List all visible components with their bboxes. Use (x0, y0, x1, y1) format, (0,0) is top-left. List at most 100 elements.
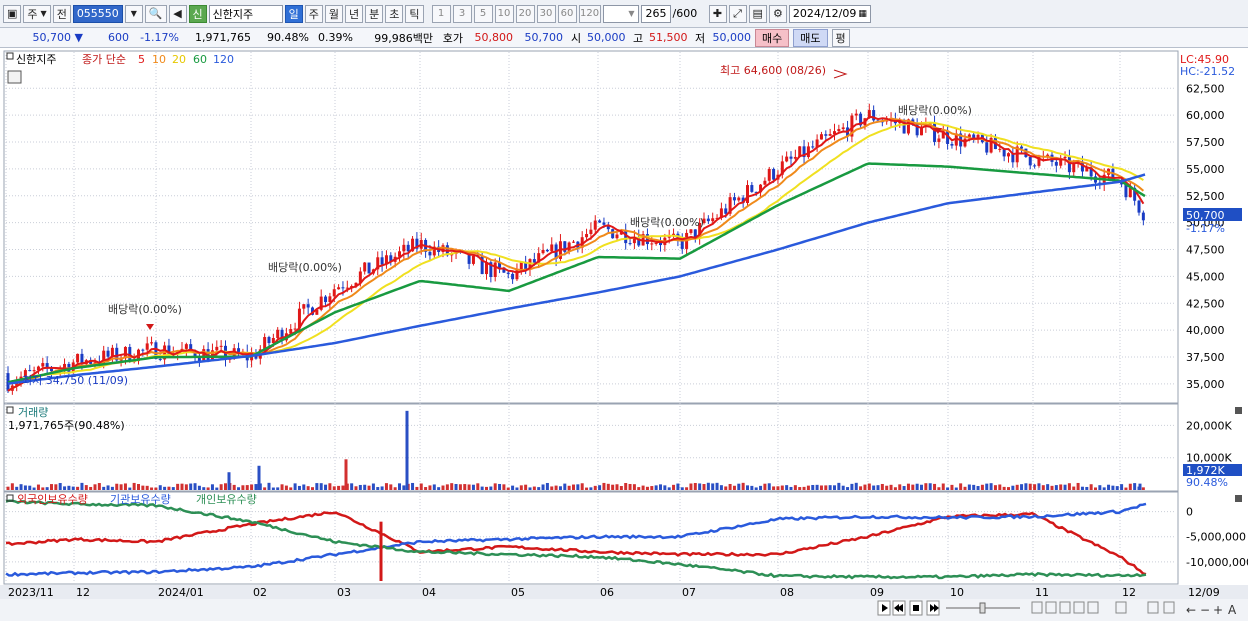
volume-title[interactable]: 거래량 (18, 406, 48, 419)
tab-second[interactable]: 초 (385, 4, 404, 23)
font-size-icon[interactable]: A (1228, 603, 1237, 617)
tab-week[interactable]: 주 (304, 4, 323, 23)
volume-bar (389, 484, 393, 490)
prev-button[interactable]: 전 (52, 4, 71, 23)
volume-bar (915, 483, 919, 490)
holdings-tick-label: -5,000,000 (1186, 531, 1246, 544)
save-icon[interactable]: ▤ (748, 4, 767, 23)
volume-bar (976, 486, 980, 490)
calculator-icon[interactable] (7, 70, 22, 84)
candle-body (215, 346, 219, 351)
candle-body (811, 146, 815, 148)
volume-bar (480, 486, 484, 490)
candle-body (28, 370, 32, 372)
holdings-tick-label: -10,000,000 (1186, 556, 1248, 569)
x-tick-label: 04 (422, 586, 436, 599)
price-legend-name[interactable]: 신한지주 (16, 53, 56, 66)
minute-20[interactable]: 20 (515, 4, 535, 23)
code-dropdown[interactable]: ▼ (124, 4, 143, 23)
search-icon[interactable]: 🔍 (144, 4, 167, 23)
candle-body (711, 218, 715, 222)
zoom-out-icon[interactable]: ← (1186, 603, 1196, 617)
volume-bar (184, 484, 188, 490)
zoom-handle[interactable] (979, 602, 986, 614)
stock-code-input[interactable]: 055550 (72, 4, 123, 23)
volume-bar (67, 485, 71, 490)
volume-bar (1033, 484, 1037, 490)
volume-bar (467, 484, 471, 490)
minute-30[interactable]: 30 (536, 4, 556, 23)
candle-body (585, 234, 589, 238)
volume-bar (715, 482, 719, 490)
minute-1[interactable]: 1 (431, 4, 451, 23)
legend-foreign[interactable]: 외국인보유수량 (17, 493, 88, 506)
volume-bar (324, 484, 328, 490)
tab-minute[interactable]: 분 (365, 4, 384, 23)
plus-icon[interactable]: + (1213, 603, 1223, 617)
custom-interval-select[interactable]: ▼ (602, 4, 639, 23)
window-icon[interactable]: ▣ (3, 4, 22, 23)
tab-month[interactable]: 월 (324, 4, 344, 23)
minute-60[interactable]: 60 (557, 4, 577, 23)
tab-day[interactable]: 일 (284, 4, 303, 23)
minute-10[interactable]: 10 (494, 4, 514, 23)
evaluate-button[interactable]: 평 (831, 28, 850, 47)
stock-name-field[interactable]: 신한지주 (208, 4, 283, 23)
candle-body (937, 138, 941, 142)
bid-price: 50,700 (524, 31, 564, 44)
volume-bar (306, 486, 310, 490)
minute-3[interactable]: 3 (452, 4, 472, 23)
sell-button[interactable]: 매도 (793, 28, 828, 47)
volume-bar (880, 483, 884, 490)
volume-bar (876, 485, 880, 490)
volume-bar (702, 484, 706, 490)
volume-bar (454, 484, 458, 490)
tab-tick[interactable]: 틱 (405, 4, 424, 23)
price-tick-label: 42,500 (1186, 297, 1225, 310)
price-tick-label: 52,500 (1186, 190, 1225, 203)
minute-5[interactable]: 5 (473, 4, 493, 23)
candle-body (985, 142, 989, 153)
volume-bar (693, 483, 697, 490)
volume-bar (937, 487, 941, 490)
volume-bar (680, 487, 684, 490)
date-input[interactable]: 2024/12/09 ▦ (788, 4, 871, 23)
panel-close-icon[interactable] (1235, 407, 1242, 414)
count-input[interactable]: 265 (640, 4, 671, 23)
volume-bar (471, 484, 475, 490)
legend-individual[interactable]: 개인보유수량 (196, 493, 257, 506)
volume-bar (411, 482, 415, 490)
candle-body (145, 343, 149, 350)
panel-close-icon[interactable] (1235, 495, 1242, 502)
candle-body (184, 344, 188, 349)
crosshair-icon[interactable]: ✚ (708, 4, 727, 23)
candle-body (545, 249, 549, 252)
minute-120[interactable]: 120 (578, 4, 601, 23)
ma20-label: 20 (172, 53, 186, 66)
candle-body (1007, 153, 1010, 157)
price-legend-prefix: 종가 단순 (82, 53, 126, 66)
tab-year[interactable]: 년 (345, 4, 364, 23)
volume-bar (972, 484, 976, 490)
volume-bar (367, 485, 371, 490)
candle-body (293, 328, 297, 330)
volume-bar (189, 483, 193, 490)
volume-bar (850, 483, 854, 490)
volume-bar (963, 486, 967, 490)
volume-bar (263, 487, 267, 490)
volume-bar (341, 485, 345, 490)
legend-institution[interactable]: 기관보유수량 (110, 493, 171, 506)
period-select[interactable]: 주 ▼ (23, 4, 51, 23)
speaker-icon[interactable]: ◀ (168, 4, 187, 23)
chart-canvas[interactable]: 35,00037,50040,00042,50045,00047,50050,0… (0, 48, 1248, 621)
minus-icon[interactable]: − (1200, 603, 1210, 617)
volume-bar (624, 483, 628, 490)
draw-line-icon[interactable]: ⤢ (728, 4, 747, 23)
candle-body (302, 304, 306, 309)
gear-icon[interactable]: ⚙ (768, 4, 787, 23)
x-tick-label: 2023/11 (8, 586, 54, 599)
buy-button[interactable]: 매수 (755, 28, 790, 47)
volume-bar (545, 482, 549, 490)
candle-body (76, 353, 80, 363)
volume-bar (585, 487, 589, 490)
